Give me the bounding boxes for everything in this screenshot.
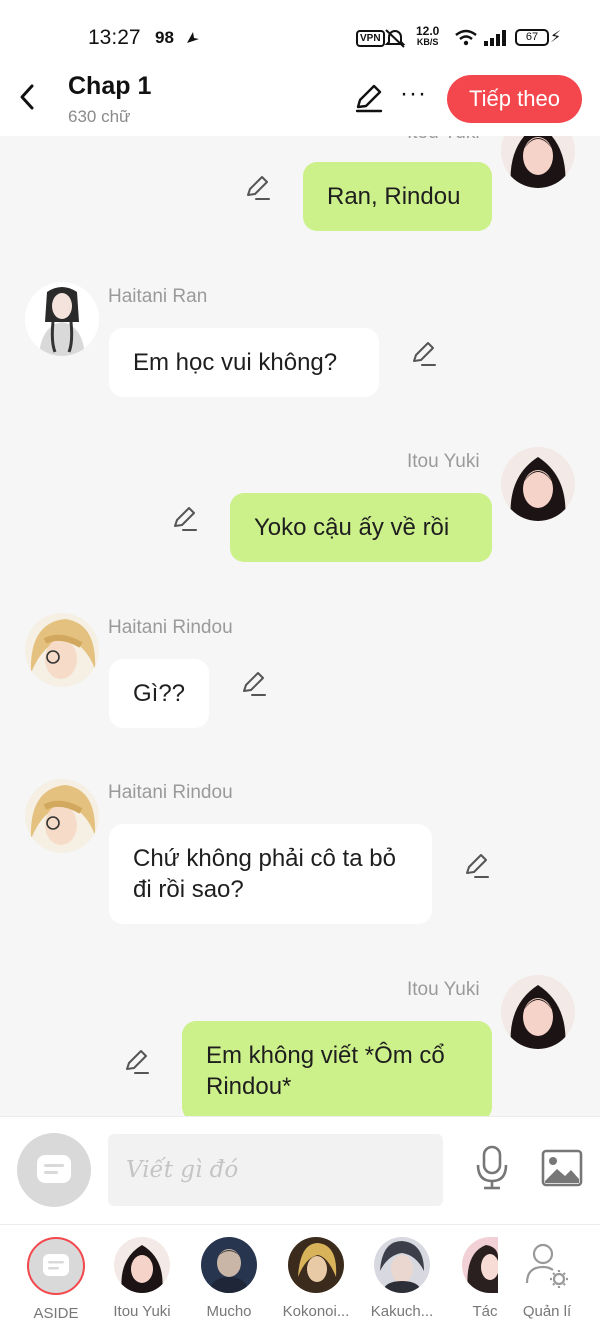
- bell-muted-icon: [384, 29, 406, 48]
- status-time: 13:27: [88, 26, 141, 49]
- avatar[interactable]: [501, 447, 575, 521]
- message-bubble: Ran, Rindou: [303, 162, 492, 231]
- avatar-image: [25, 282, 99, 356]
- speech-bubble-icon: [43, 1254, 69, 1276]
- chapter-header: Chap 1 630 chữ ··· Tiếp theo: [0, 72, 600, 136]
- signal-icon: [484, 30, 506, 46]
- avatar-image: [25, 779, 99, 853]
- edit-message-icon[interactable]: [463, 852, 491, 880]
- status-bar: 13:27 98 VPN 12.0 KB/S 67 ⚡: [0, 0, 600, 72]
- speed-unit: KB/S: [416, 37, 439, 47]
- user-settings-icon: [525, 1243, 568, 1288]
- nav-label: Quản lí: [522, 1303, 572, 1320]
- avatar[interactable]: [25, 779, 99, 853]
- nav-label: Kokonoi...: [282, 1303, 350, 1320]
- vpn-icon: VPN: [356, 30, 385, 47]
- message-bubble: Chứ không phải cô ta bỏ đi rồi sao?: [109, 824, 432, 924]
- message-input[interactable]: [108, 1134, 443, 1206]
- sender-name: Itou Yuki: [407, 451, 480, 472]
- edit-message-icon[interactable]: [171, 505, 199, 533]
- sender-name: Itou Yuki: [407, 136, 480, 144]
- avatar[interactable]: [501, 975, 575, 1049]
- nav-label: Itou Yuki: [113, 1303, 171, 1320]
- avatar-image: [114, 1237, 170, 1293]
- microphone-icon[interactable]: [474, 1145, 510, 1191]
- sender-name: Haitani Rindou: [108, 782, 233, 803]
- message-bubble: Yoko cậu ấy về rồi: [230, 493, 492, 562]
- avatar: [201, 1237, 257, 1293]
- character-nav: ASIDE Itou Yuki Mucho Kokonoi... Kakuch.…: [0, 1224, 600, 1333]
- word-count: 630 chữ: [68, 107, 131, 126]
- message-input-bar: [0, 1116, 600, 1224]
- avatar: [462, 1237, 498, 1293]
- message-bubble: Em không viết *Ôm cổ Rindou*: [182, 1021, 492, 1116]
- nav-label: ASIDE: [33, 1305, 79, 1322]
- avatar: [288, 1237, 344, 1293]
- speech-bubble-icon: [37, 1155, 71, 1183]
- aside-icon: [27, 1237, 85, 1295]
- sender-name: Itou Yuki: [407, 979, 480, 1000]
- nav-label: Kakuch...: [370, 1303, 434, 1320]
- nav-item-manage[interactable]: Quản lí: [508, 1237, 586, 1320]
- edit-pencil-icon[interactable]: [353, 82, 385, 114]
- message-bubble: Gì??: [109, 659, 209, 728]
- image-icon[interactable]: [541, 1149, 583, 1187]
- speed-value: 12.0: [416, 24, 440, 38]
- edit-message-icon[interactable]: [240, 670, 268, 698]
- edit-message-icon[interactable]: [123, 1048, 151, 1076]
- nav-item-kakucho[interactable]: Kakuch...: [359, 1237, 445, 1320]
- charging-icon: ⚡: [550, 29, 562, 46]
- edit-message-icon[interactable]: [244, 174, 272, 202]
- nav-item-tac[interactable]: Tác: [446, 1237, 508, 1320]
- avatar[interactable]: [25, 282, 99, 356]
- aside-toggle-button[interactable]: [17, 1133, 91, 1207]
- avatar-image: [288, 1237, 344, 1293]
- back-arrow-icon[interactable]: [14, 82, 40, 112]
- avatar-image: [462, 1237, 498, 1293]
- battery-icon: 67: [515, 29, 549, 46]
- wifi-icon: [455, 29, 477, 46]
- sender-name: Haitani Rindou: [108, 617, 233, 638]
- avatar-image: [374, 1237, 430, 1293]
- network-speed: 12.0 KB/S: [416, 24, 440, 48]
- avatar: [374, 1237, 430, 1293]
- avatar-image: [201, 1237, 257, 1293]
- chapter-title: Chap 1: [68, 72, 152, 100]
- avatar-image: [501, 975, 575, 1049]
- nav-label: Tác: [472, 1303, 498, 1320]
- more-options-button[interactable]: ···: [400, 80, 427, 108]
- chat-area[interactable]: Itou Yuki Ran, Rindou: [0, 136, 600, 1116]
- nav-item-mucho[interactable]: Mucho: [186, 1237, 272, 1320]
- message-bubble: Em học vui không?: [109, 328, 379, 397]
- avatar[interactable]: [501, 136, 575, 188]
- avatar-image: [501, 447, 575, 521]
- nav-item-itou-yuki[interactable]: Itou Yuki: [99, 1237, 185, 1320]
- next-chapter-button[interactable]: Tiếp theo: [447, 75, 582, 123]
- avatar-image: [25, 613, 99, 687]
- nav-label: Mucho: [206, 1303, 252, 1320]
- app-notification-icon: [187, 32, 199, 43]
- notification-count: 98: [155, 28, 174, 47]
- edit-message-icon[interactable]: [410, 340, 438, 368]
- nav-item-aside[interactable]: ASIDE: [13, 1237, 99, 1322]
- nav-item-kokonoi[interactable]: Kokonoi...: [273, 1237, 359, 1320]
- sender-name: Haitani Ran: [108, 286, 208, 307]
- avatar: [114, 1237, 170, 1293]
- avatar[interactable]: [25, 613, 99, 687]
- avatar-image: [501, 136, 575, 188]
